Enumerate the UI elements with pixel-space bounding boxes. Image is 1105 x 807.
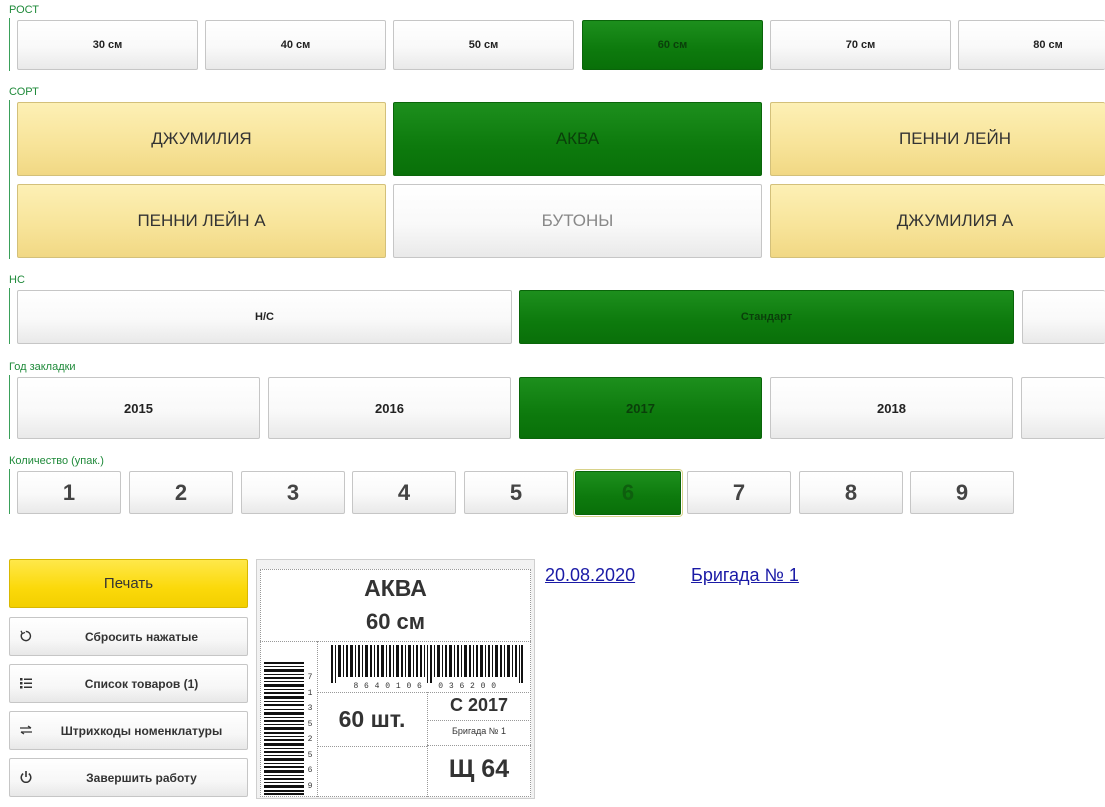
label-year: С 2017 — [449, 695, 509, 715]
quantity-option-9[interactable]: 9 — [910, 471, 1014, 514]
products-list-button[interactable]: Список товаров (1) — [9, 664, 248, 703]
year-option-2015[interactable]: 2015 — [17, 377, 260, 439]
variety-section-bar — [9, 100, 10, 259]
quantity-option-6[interactable]: 6 — [573, 469, 683, 517]
label-code: Щ 64 — [448, 755, 510, 783]
height-section-label: РОСТ — [9, 4, 39, 16]
quantity-section-label: Количество (упак.) — [9, 455, 104, 467]
label-barcode — [331, 645, 523, 683]
brigade-link[interactable]: Бригада № 1 — [691, 565, 799, 586]
variety-section-label: СОРТ — [9, 86, 39, 98]
finish-button[interactable]: Завершить работу — [9, 758, 248, 797]
barcodes-button[interactable]: Штрихкоды номенклатуры — [9, 711, 248, 750]
year-section-label: Год закладки — [9, 361, 76, 373]
ns-option-extra[interactable] — [1022, 290, 1105, 344]
height-option-40[interactable]: 40 см — [205, 20, 386, 70]
height-option-60[interactable]: 60 см — [582, 20, 763, 70]
quantity-option-7[interactable]: 7 — [687, 471, 791, 514]
label-barcode-digits: 8 6 4 0 1 0 6 0 3 6 2 0 0 — [353, 682, 497, 691]
barcode-arrows-icon — [19, 723, 33, 737]
quantity-section-bar — [9, 469, 10, 514]
print-button[interactable]: Печать — [9, 559, 248, 608]
quantity-option-1[interactable]: 1 — [17, 471, 121, 514]
height-option-50[interactable]: 50 см — [393, 20, 574, 70]
label-divider-middle — [317, 692, 531, 693]
year-option-2017[interactable]: 2017 — [519, 377, 762, 439]
finish-button-label: Завершить работу — [86, 770, 197, 785]
label-count: 60 шт. — [338, 706, 406, 732]
height-option-80-label: 80 см — [1033, 39, 1063, 51]
reset-button[interactable]: Сбросить нажатые — [9, 617, 248, 656]
products-list-button-label: Список товаров (1) — [84, 676, 199, 691]
height-section-bar — [9, 18, 10, 71]
quantity-option-8[interactable]: 8 — [799, 471, 903, 514]
label-divider-count — [317, 746, 427, 747]
label-divider-brigade — [427, 745, 531, 746]
quantity-option-2[interactable]: 2 — [129, 471, 233, 514]
ns-section-label: НС — [9, 274, 25, 286]
label-vertical-barcode-digits: 7 1 3 5 2 5 6 9 — [307, 673, 313, 791]
power-icon — [19, 770, 33, 784]
height-option-30[interactable]: 30 см — [17, 20, 198, 70]
list-icon — [19, 676, 33, 690]
label-variety: АКВА — [364, 575, 427, 601]
height-option-80[interactable]: 80 см — [958, 20, 1105, 70]
ns-option-standard[interactable]: Стандарт — [519, 290, 1014, 344]
reset-icon — [19, 629, 33, 643]
year-section-bar — [9, 375, 10, 439]
label-vertical-barcode — [264, 662, 304, 795]
year-option-extra[interactable] — [1021, 377, 1105, 439]
label-height: 60 см — [365, 609, 426, 634]
year-option-2016[interactable]: 2016 — [268, 377, 511, 439]
barcodes-button-label: Штрихкоды номенклатуры — [60, 723, 223, 738]
height-option-70[interactable]: 70 см — [770, 20, 951, 70]
ns-option-ns[interactable]: Н/С — [17, 290, 512, 344]
variety-option-jumilia[interactable]: ДЖУМИЛИЯ — [17, 102, 386, 176]
date-link[interactable]: 20.08.2020 — [545, 565, 635, 586]
year-option-2018[interactable]: 2018 — [770, 377, 1013, 439]
variety-option-buds[interactable]: БУТОНЫ — [393, 184, 762, 258]
label-divider-top — [260, 641, 531, 642]
variety-option-akva[interactable]: АКВА — [393, 102, 762, 176]
variety-option-penny-lane-a[interactable]: ПЕННИ ЛЕЙН А — [17, 184, 386, 258]
variety-option-jumilia-a-label: ДЖУМИЛИЯ А — [896, 211, 1014, 230]
variety-option-jumilia-a[interactable]: ДЖУМИЛИЯ А — [770, 184, 1105, 258]
quantity-option-3[interactable]: 3 — [241, 471, 345, 514]
label-divider-year — [427, 720, 531, 721]
label-brigade: Бригада № 1 — [452, 726, 506, 736]
quantity-option-4[interactable]: 4 — [352, 471, 456, 514]
reset-button-label: Сбросить нажатые — [84, 629, 199, 644]
variety-option-penny-lane-label: ПЕННИ ЛЕЙН — [898, 129, 1012, 148]
ns-section-bar — [9, 288, 10, 344]
variety-option-penny-lane[interactable]: ПЕННИ ЛЕЙН — [770, 102, 1105, 176]
quantity-option-5[interactable]: 5 — [464, 471, 568, 514]
